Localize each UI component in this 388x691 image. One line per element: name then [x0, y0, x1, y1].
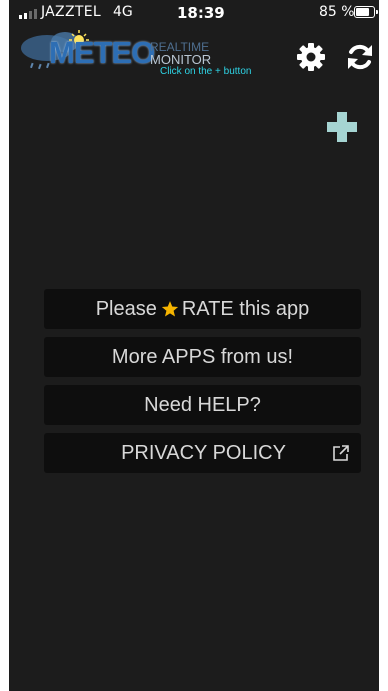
- refresh-icon: [348, 44, 372, 70]
- network-type: 4G: [113, 4, 133, 20]
- refresh-button[interactable]: [344, 41, 376, 73]
- logo-wordmark: METEO: [49, 35, 155, 70]
- add-hint-text: Click on the + button: [160, 66, 252, 77]
- rate-app-button[interactable]: Please RATE this app: [44, 289, 361, 329]
- add-location-button[interactable]: [325, 110, 359, 144]
- app-logo: METEO REALTIME MONITOR Click on the + bu…: [17, 26, 257, 82]
- privacy-policy-label: PRIVACY POLICY: [121, 441, 286, 464]
- battery-icon: [354, 6, 378, 18]
- signal-icon: [19, 9, 37, 19]
- app-screen: JAZZTEL 4G 18:39 85 % METEO REALTIME MON…: [9, 0, 379, 691]
- carrier-name: JAZZTEL: [41, 4, 101, 20]
- settings-button[interactable]: [295, 41, 327, 73]
- more-apps-label: More APPS from us!: [111, 345, 294, 368]
- status-time: 18:39: [177, 4, 225, 22]
- privacy-policy-button[interactable]: PRIVACY POLICY: [44, 433, 361, 473]
- rate-label-after: RATE this app: [181, 297, 310, 320]
- star-icon: [161, 301, 178, 317]
- plus-icon: [327, 112, 357, 142]
- battery-percent: 85 %: [319, 4, 355, 20]
- more-apps-button[interactable]: More APPS from us!: [44, 337, 361, 377]
- status-bar: JAZZTEL 4G 18:39 85 %: [9, 0, 379, 24]
- logo-monitor: MONITOR: [150, 52, 212, 67]
- gear-icon: [297, 43, 325, 71]
- help-button[interactable]: Need HELP?: [44, 385, 361, 425]
- battery-fill: [356, 8, 369, 16]
- help-label: Need HELP?: [144, 393, 261, 416]
- external-link-icon: [333, 445, 349, 461]
- rate-label-before: Please: [95, 297, 157, 320]
- main-menu: Please RATE this app More APPS from us! …: [44, 289, 361, 481]
